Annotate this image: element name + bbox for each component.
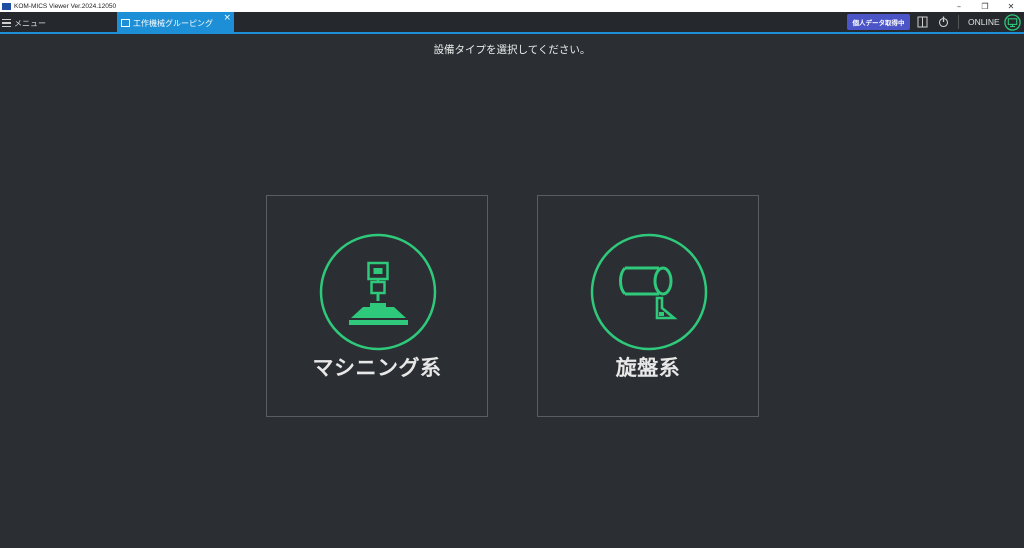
tab-machine-grouping[interactable]: 工作機械グルーピング × xyxy=(117,12,234,34)
tab-close-icon[interactable]: × xyxy=(223,13,231,23)
tab-bar: メニュー 工作機械グルーピング × 個人データ取得中 ONLINE xyxy=(0,12,1024,34)
machining-label: マシニング系 xyxy=(312,356,442,380)
list-icon xyxy=(2,19,11,27)
online-monitor-icon[interactable] xyxy=(1004,14,1021,31)
machining-icon xyxy=(319,233,437,351)
lathe-icon xyxy=(590,233,708,351)
tab-label: 工作機械グルーピング xyxy=(133,18,213,28)
close-window-button[interactable]: ✕ xyxy=(998,0,1024,12)
manual-book-icon[interactable] xyxy=(917,16,928,28)
grid-icon xyxy=(121,19,130,27)
personal-data-button[interactable]: 個人データ取得中 xyxy=(847,14,910,30)
lathe-label: 旋盤系 xyxy=(615,356,681,380)
lathe-type-card[interactable]: 旋盤系 xyxy=(537,195,759,417)
window-title: KOM-MICS Viewer Ver.2024.12050 xyxy=(14,2,117,10)
machining-type-card[interactable]: マシニング系 xyxy=(266,195,488,417)
online-status-label: ONLINE xyxy=(968,17,1000,27)
menu-label: メニュー xyxy=(14,18,46,28)
instruction-text: 設備タイプを選択してください。 xyxy=(433,44,591,56)
app-logo-icon xyxy=(2,2,11,10)
minimize-button[interactable]: – xyxy=(946,0,972,12)
logout-icon[interactable] xyxy=(937,16,950,28)
menu-button[interactable]: メニュー xyxy=(2,16,46,30)
window-controls: – ❐ ✕ xyxy=(946,0,1024,12)
restore-button[interactable]: ❐ xyxy=(972,0,998,12)
window-titlebar: KOM-MICS Viewer Ver.2024.12050 – ❐ ✕ xyxy=(0,0,1024,12)
divider xyxy=(958,15,959,29)
